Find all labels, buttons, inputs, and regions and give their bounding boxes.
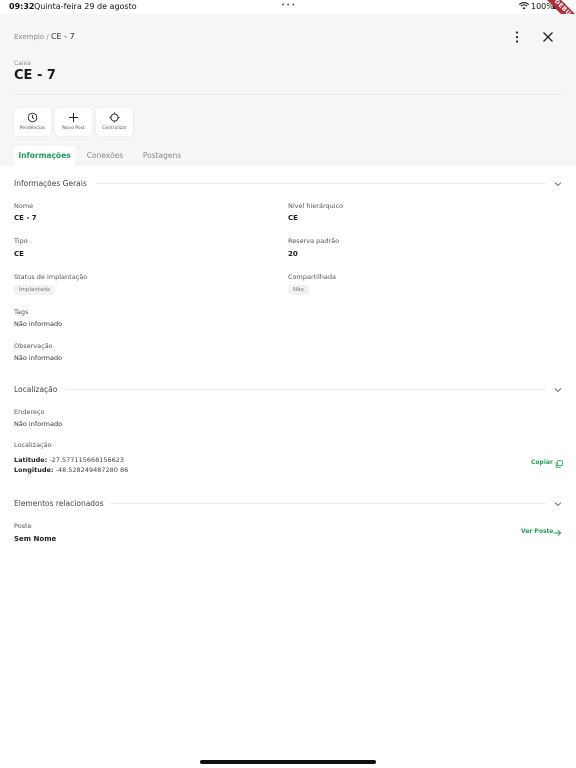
status-label: Status de implantação (14, 273, 88, 281)
section-title-related[interactable]: Elementos relacionados (14, 499, 110, 508)
wifi-icon (519, 2, 529, 10)
poste-label: Poste (14, 522, 32, 530)
reserva-label: Reserva padrão (288, 237, 340, 245)
home-indicator[interactable] (200, 760, 376, 764)
more-vertical-icon[interactable] (509, 29, 525, 45)
poste-value: Sem Nome (14, 535, 57, 543)
compartilhada-chip: Não (288, 285, 309, 295)
status-bar: 09:32 Quinta-feira 29 de agosto ••• 100% (0, 0, 576, 14)
section-divider (106, 503, 546, 504)
status-time: 09:32 (9, 2, 35, 11)
breadcrumb-current: CE - 7 (50, 32, 75, 41)
header-panel (0, 14, 576, 166)
element-type-caption: Caixa (14, 60, 31, 67)
section-divider (66, 389, 546, 390)
plus-icon (69, 113, 78, 122)
endereco-value: Não informado (14, 420, 63, 428)
pendencias-label: Pendências (19, 126, 46, 131)
view-post-label: Ver Poste (521, 528, 554, 535)
chevron-down-icon[interactable] (553, 179, 563, 189)
latitude-row: Latitude: -27.577115668156623 (14, 456, 124, 464)
header-divider (14, 94, 562, 95)
nome-value: CE - 7 (14, 214, 37, 222)
tab-informacoes[interactable]: Informações (14, 146, 75, 166)
nivel-label: Nível hierárquico (288, 202, 344, 210)
section-title-general[interactable]: Informações Gerais (14, 179, 93, 188)
crosshair-icon (109, 112, 120, 123)
longitude-value: -48.528249487280 86 (55, 466, 129, 474)
copy-label: Copiar (531, 459, 553, 466)
tipo-label: Tipo (14, 237, 28, 245)
tags-value: Não informado (14, 320, 63, 328)
latitude-label: Latitude: (14, 456, 48, 464)
tab-conexoes[interactable]: Conexões (81, 146, 129, 166)
status-date: Quinta-feira 29 de agosto (34, 2, 137, 11)
observacao-label: Observação (14, 342, 53, 350)
pendencias-button[interactable]: Pendências (14, 108, 51, 136)
novo-post-button[interactable]: Novo Post (55, 108, 92, 136)
nome-label: Nome (14, 202, 34, 210)
centralizar-label: Centralizar (102, 126, 127, 131)
nivel-value: CE (288, 214, 298, 222)
chevron-down-icon[interactable] (553, 499, 563, 509)
page-title: CE - 7 (14, 68, 56, 83)
view-post-button[interactable]: Ver Poste (521, 528, 562, 540)
observacao-value: Não informado (14, 354, 63, 362)
reserva-value: 20 (288, 250, 298, 258)
compartilhada-label: Compartilhada (288, 273, 337, 281)
clock-icon (27, 112, 38, 123)
longitude-row: Longitude: -48.528249487280 86 (14, 466, 128, 474)
tipo-value: CE (14, 250, 24, 258)
longitude-label: Longitude: (14, 466, 54, 474)
copy-icon (555, 460, 563, 468)
status-chip: Implantada (14, 285, 56, 295)
latitude-value: -27.577115668156623 (49, 456, 125, 464)
multitasking-dots[interactable]: ••• (281, 1, 296, 9)
centralizar-button[interactable]: Centralizar (96, 108, 133, 136)
tab-postagens[interactable]: Postagens (136, 146, 188, 166)
section-title-location[interactable]: Localização (14, 385, 64, 394)
arrow-right-icon (553, 529, 562, 537)
novo-post-label: Novo Post (62, 126, 85, 131)
chevron-down-icon[interactable] (553, 385, 563, 395)
endereco-label: Endereço (14, 408, 45, 416)
localizacao-label: Localização (14, 441, 52, 449)
breadcrumb: Exemplo / CE - 7 (14, 32, 75, 41)
close-icon[interactable] (540, 29, 556, 45)
tags-label: Tags (14, 308, 29, 316)
breadcrumb-parent[interactable]: Exemplo / (14, 33, 49, 41)
section-divider (96, 183, 546, 184)
copy-coordinates-button[interactable]: Copiar (531, 459, 563, 471)
